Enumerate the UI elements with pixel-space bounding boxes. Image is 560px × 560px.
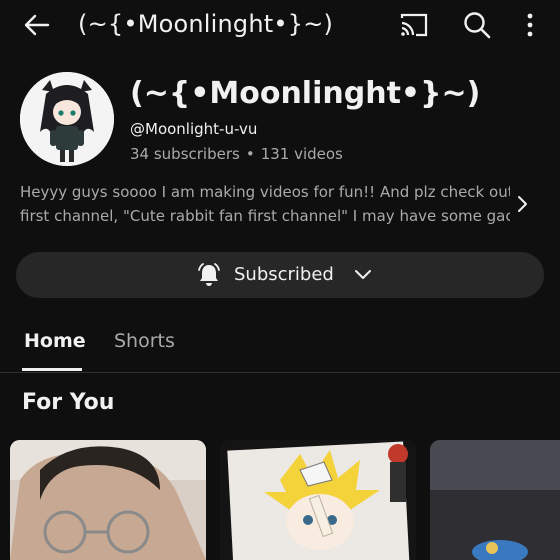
thumbnail-image xyxy=(220,440,416,560)
channel-stats: 34 subscribers • 131 videos xyxy=(130,145,343,163)
search-icon[interactable] xyxy=(462,10,492,40)
active-tab-indicator xyxy=(22,368,82,371)
channel-name: (~{•Moonlinght•}~) xyxy=(130,76,481,111)
video-thumbnail[interactable] xyxy=(430,440,560,560)
subscribed-label: Subscribed xyxy=(234,264,334,285)
description-line: Heyyy guys soooo I am making videos for … xyxy=(20,183,510,201)
avatar-character-image xyxy=(20,72,114,166)
channel-handle: @Moonlight-u-vu xyxy=(130,120,258,138)
description-line: first channel, "Cute rabbit fan first ch… xyxy=(20,207,510,225)
channel-description[interactable]: Heyyy guys soooo I am making videos for … xyxy=(20,180,510,228)
video-count: 131 videos xyxy=(260,145,343,163)
channel-avatar[interactable] xyxy=(20,72,114,166)
more-vertical-icon[interactable] xyxy=(520,10,540,40)
stats-separator: • xyxy=(245,145,255,163)
video-thumbnail[interactable] xyxy=(220,440,416,560)
subscribed-button[interactable]: Subscribed xyxy=(16,252,544,298)
thumbnail-image xyxy=(430,440,560,560)
notification-bell-icon xyxy=(198,263,220,286)
chevron-down-icon xyxy=(355,270,371,279)
top-app-bar: (~{•Moonlinght•}~) xyxy=(0,0,560,52)
tab-shorts[interactable]: Shorts xyxy=(114,330,175,352)
section-title: For You xyxy=(22,390,115,415)
header-title: (~{•Moonlinght•}~) xyxy=(78,10,334,38)
thumbnail-image xyxy=(10,440,206,560)
subscriber-count: 34 subscribers xyxy=(130,145,240,163)
tab-home[interactable]: Home xyxy=(24,330,86,352)
chevron-right-icon[interactable] xyxy=(512,192,534,216)
cast-icon[interactable] xyxy=(398,10,430,40)
back-arrow-icon[interactable] xyxy=(22,10,52,40)
video-thumbnail[interactable] xyxy=(10,440,206,560)
channel-tabs: Home Shorts xyxy=(0,316,560,373)
